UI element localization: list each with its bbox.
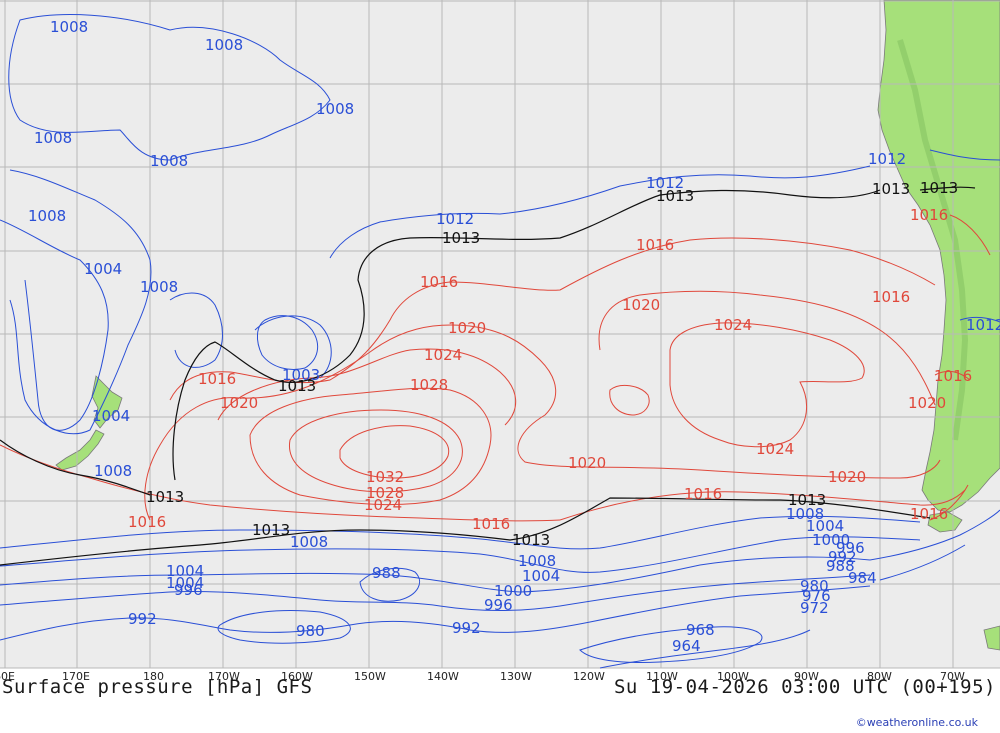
longitude-tick-label: 140W: [427, 670, 459, 683]
isobar-label: 972: [800, 599, 829, 617]
isobar-label: 1008: [50, 18, 88, 36]
isobar-label: 1016: [198, 370, 236, 388]
valid-time: Su 19-04-2026 03:00 UTC (00+195): [613, 676, 996, 698]
weather-map-page: 1008 1008 1008 1008 1008 1008 1004 1008 …: [0, 0, 1000, 733]
isobar-label: 1012: [436, 210, 474, 228]
isobar-label: 1013: [788, 491, 826, 509]
isobar-label: 1016: [684, 485, 722, 503]
credit-link[interactable]: ©weatheronline.co.uk: [856, 716, 978, 729]
isobar-label: 1013: [146, 488, 184, 506]
isobar-label: 1020: [448, 319, 486, 337]
isobar-label: 1004: [92, 407, 130, 425]
isobar-label: 992: [452, 619, 481, 637]
isobar-label: 1008: [140, 278, 178, 296]
isobar-label: 1016: [472, 515, 510, 533]
map-title: Surface pressure [hPa] GFS: [2, 676, 313, 698]
isobar-label: 1020: [908, 394, 946, 412]
isobar-label: 1028: [410, 376, 448, 394]
isobar-label: 1020: [828, 468, 866, 486]
isobar-label: 1016: [872, 288, 910, 306]
isobar-label: 1024: [364, 496, 402, 514]
isobar-label: 1004: [166, 574, 204, 592]
isobar-label: 1008: [94, 462, 132, 480]
isobar-label: 1013: [252, 521, 290, 539]
isobar-label: 1004: [84, 260, 122, 278]
isobar-label: 1008: [34, 129, 72, 147]
isobar-label: 1008: [316, 100, 354, 118]
isobar-label: 1032: [366, 468, 404, 486]
isobar-label: 1016: [910, 206, 948, 224]
isobar-label: 1013: [512, 531, 550, 549]
isobar-label: 1024: [714, 316, 752, 334]
isobar-label: 1012: [868, 150, 906, 168]
isobar-label: 1016: [128, 513, 166, 531]
isobar-label: 984: [848, 569, 877, 587]
isobar-label: 1024: [756, 440, 794, 458]
isobar-label: 1012: [966, 316, 1000, 334]
isobar-label: 996: [484, 596, 513, 614]
isobar-label: 988: [372, 564, 401, 582]
isobar-label: 980: [296, 622, 325, 640]
isobar-label: 1020: [622, 296, 660, 314]
longitude-tick-label: 150W: [354, 670, 386, 683]
isobar-label: 1008: [150, 152, 188, 170]
longitude-tick-label: 120W: [573, 670, 605, 683]
isobar-label: 1016: [910, 505, 948, 523]
isobar-label: 1016: [420, 273, 458, 291]
isobar-label: 1016: [934, 367, 972, 385]
longitude-tick-label: 130W: [500, 670, 532, 683]
isobar-label: 1020: [568, 454, 606, 472]
isobar-label: 1013: [920, 179, 958, 197]
isobar-label: 1008: [290, 533, 328, 551]
isobar-label: 1008: [28, 207, 66, 225]
isobar-label: 1020: [220, 394, 258, 412]
isobar-label: 964: [672, 637, 701, 655]
isobar-label: 992: [128, 610, 157, 628]
isobar-label: 1013: [442, 229, 480, 247]
isobar-label: 1008: [205, 36, 243, 54]
pressure-map: 1008 1008 1008 1008 1008 1008 1004 1008 …: [0, 0, 1000, 683]
isobar-label: 1016: [636, 236, 674, 254]
isobar-label: 1024: [424, 346, 462, 364]
isobar-label: 1013: [278, 377, 316, 395]
isobar-label: 1013: [656, 187, 694, 205]
isobar-label: 1013: [872, 180, 910, 198]
